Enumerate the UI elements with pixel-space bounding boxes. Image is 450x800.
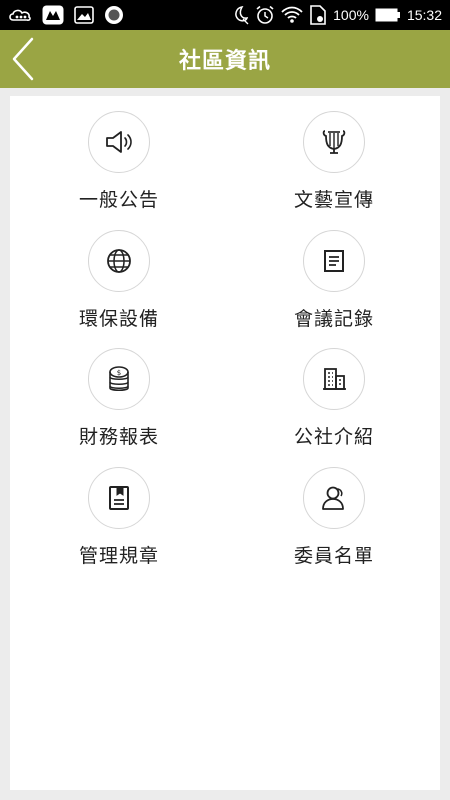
system-indicators: 100% 15:32 [231, 5, 442, 25]
lyre-icon [322, 130, 346, 154]
status-bar: 100% 15:32 [0, 0, 450, 30]
wifi-icon [281, 6, 303, 24]
battery-percent: 100% [333, 7, 369, 23]
chevron-left-icon [12, 37, 34, 81]
notebook-icon [109, 486, 129, 510]
cloud-sync-icon [8, 7, 32, 23]
icon-circle [303, 348, 365, 410]
menu-item-label: 管理規章 [78, 545, 159, 567]
menu-item-community-intro[interactable]: 公社介紹 [254, 348, 414, 458]
content-card: 一般公告 文藝宣傳 環保設備 會議記錄 $ 財務報表 公社介紹 管理規章 委員名… [10, 96, 440, 790]
menu-item-label: 財務報表 [78, 426, 159, 448]
app-notification-icon [42, 5, 64, 25]
menu-item-label: 公社介紹 [293, 426, 374, 448]
icon-circle [88, 230, 150, 292]
menu-item-label: 委員名單 [293, 545, 374, 567]
menu-item-arts-promotion[interactable]: 文藝宣傳 [254, 111, 414, 221]
icon-circle [88, 111, 150, 173]
icon-circle [303, 230, 365, 292]
building-icon [323, 368, 346, 390]
menu-item-committee-list[interactable]: 委員名單 [254, 467, 414, 577]
icon-circle: $ [88, 348, 150, 410]
clock-time: 15:32 [406, 7, 442, 23]
icon-circle [303, 111, 365, 173]
menu-item-regulations[interactable]: 管理規章 [39, 467, 199, 577]
battery-icon [375, 8, 401, 22]
menu-item-label: 文藝宣傳 [293, 189, 374, 211]
notification-icons [8, 5, 124, 25]
menu-item-meeting-minutes[interactable]: 會議記錄 [254, 230, 414, 340]
menu-item-label: 環保設備 [78, 308, 159, 330]
menu-item-announcements[interactable]: 一般公告 [39, 111, 199, 221]
sim-card-icon [309, 5, 327, 25]
menu-item-financial-reports[interactable]: $ 財務報表 [39, 348, 199, 458]
do-not-disturb-moon-icon [231, 5, 249, 25]
person-icon [322, 486, 344, 510]
alarm-clock-icon [255, 5, 275, 25]
megaphone-icon [106, 131, 132, 153]
menu-item-label: 一般公告 [78, 189, 159, 211]
back-button[interactable] [6, 36, 40, 82]
menu-item-label: 會議記錄 [293, 308, 374, 330]
image-icon [74, 6, 94, 24]
menu-item-eco-equipment[interactable]: 環保設備 [39, 230, 199, 340]
document-icon [324, 250, 344, 272]
app-header: 社區資訊 [0, 30, 450, 88]
icon-circle [303, 467, 365, 529]
record-icon [104, 5, 124, 25]
icon-circle [88, 467, 150, 529]
coins-icon: $ [109, 366, 129, 392]
globe-icon [107, 249, 131, 273]
svg-text:$: $ [117, 369, 121, 377]
page-title: 社區資訊 [178, 49, 271, 74]
